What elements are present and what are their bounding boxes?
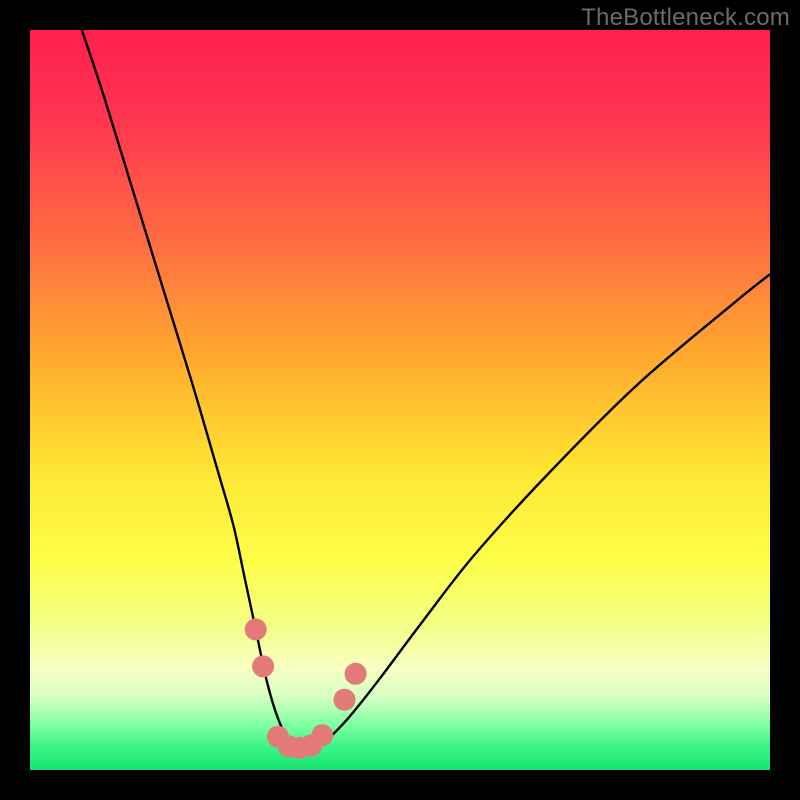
chart-svg [30, 30, 770, 770]
marker-point [245, 618, 267, 640]
marker-point [252, 655, 274, 677]
marker-point [345, 663, 367, 685]
watermark-text: TheBottleneck.com [581, 4, 790, 32]
marker-point [334, 689, 356, 711]
outer-frame: TheBottleneck.com [0, 0, 800, 800]
marker-point [311, 724, 333, 746]
gradient-background [30, 30, 770, 770]
plot-area [30, 30, 770, 770]
